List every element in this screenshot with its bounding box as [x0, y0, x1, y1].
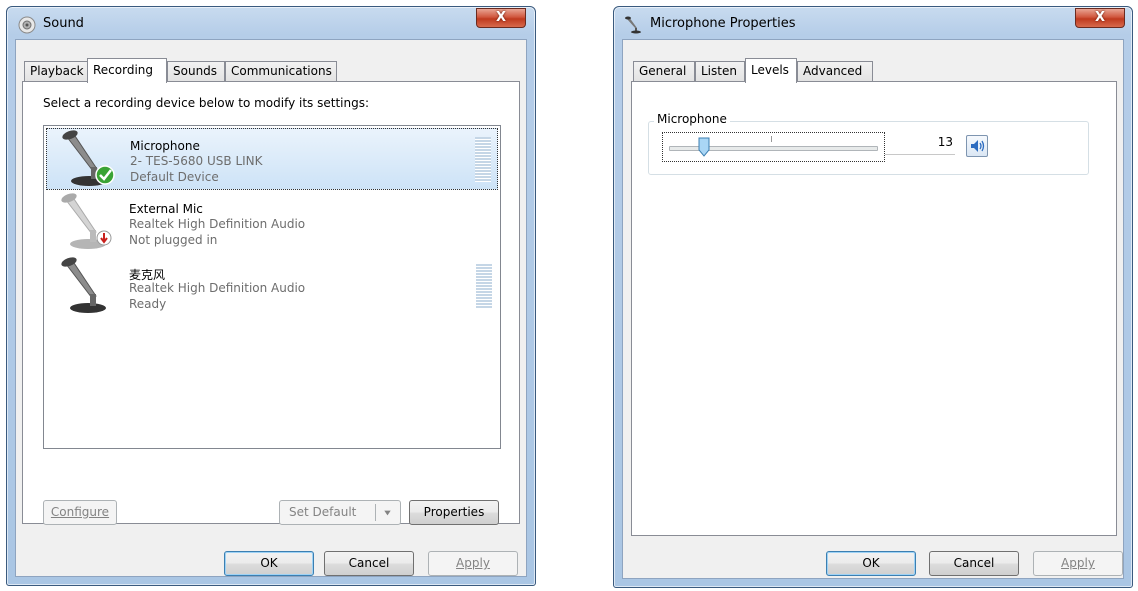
properties-button[interactable]: Properties [409, 500, 499, 525]
tab-communications[interactable]: Communications [225, 61, 337, 81]
list-item-mic-chinese[interactable]: 麦克风 Realtek High Definition Audio Ready [46, 256, 498, 318]
speaker-icon [18, 16, 36, 34]
tab-listen[interactable]: Listen [695, 61, 745, 81]
sound-window: Sound X Playback Recording Sounds Commun… [6, 6, 536, 586]
set-default-label: Set Default [289, 505, 357, 519]
level-value[interactable]: 13 [938, 135, 953, 149]
configure-button[interactable]: Configure [43, 500, 117, 525]
mic-client: General Listen Levels Advanced Microphon… [622, 39, 1124, 579]
dropdown-divider [375, 504, 376, 521]
sound-client: Playback Recording Sounds Communications… [15, 39, 527, 577]
mic-properties-window: Microphone Properties X General Listen L… [613, 6, 1133, 588]
set-default-button[interactable]: Set Default [279, 500, 401, 525]
chevron-down-icon[interactable] [383, 509, 392, 517]
mic-tabs: General Listen Levels Advanced [633, 58, 1033, 83]
level-meter [476, 264, 492, 309]
list-item-microphone[interactable]: Microphone 2- TES-5680 USB LINK Default … [46, 128, 498, 190]
device-status: Not plugged in [129, 233, 218, 247]
tab-playback[interactable]: Playback [24, 61, 88, 81]
device-status: Default Device [130, 170, 219, 184]
sound-title: Sound [43, 16, 84, 31]
sound-close-button[interactable]: X [476, 8, 526, 28]
sound-tabs: Playback Recording Sounds Communications [24, 58, 424, 83]
mic-title: Microphone Properties [650, 16, 796, 31]
mute-toggle[interactable] [966, 135, 988, 157]
slider-thumb[interactable] [698, 137, 710, 157]
apply-button[interactable]: Apply [1033, 551, 1123, 576]
device-line1: Realtek High Definition Audio [129, 281, 306, 295]
microphone-icon [61, 257, 106, 313]
device-name: Microphone [130, 139, 200, 153]
level-slider[interactable] [662, 132, 885, 162]
instruction-text: Select a recording device below to modif… [43, 96, 370, 110]
level-meter [475, 137, 491, 182]
tab-general[interactable]: General [633, 61, 695, 81]
tab-sounds[interactable]: Sounds [167, 61, 225, 81]
list-item-external-mic[interactable]: External Mic Realtek High Definition Aud… [46, 192, 498, 254]
tab-advanced[interactable]: Advanced [797, 61, 873, 81]
ok-button[interactable]: OK [224, 551, 314, 576]
tab-levels[interactable]: Levels [745, 58, 797, 83]
sound-titlebar[interactable]: Sound X [7, 7, 535, 39]
microphone-disabled-icon [61, 193, 112, 249]
tab-recording[interactable]: Recording [87, 58, 167, 83]
mic-close-button[interactable]: X [1075, 8, 1125, 28]
cancel-button[interactable]: Cancel [929, 551, 1019, 576]
device-list[interactable]: Microphone 2- TES-5680 USB LINK Default … [43, 125, 501, 449]
level-value-box: 13 [885, 132, 955, 155]
speaker-icon [971, 140, 985, 152]
slider-tick [771, 136, 772, 142]
cancel-button[interactable]: Cancel [324, 551, 414, 576]
microphone-icon [625, 16, 641, 34]
mic-titlebar[interactable]: Microphone Properties X [614, 7, 1132, 39]
apply-button[interactable]: Apply [428, 551, 518, 576]
microphone-icon [62, 130, 115, 186]
device-status: Ready [129, 297, 167, 311]
device-line1: 2- TES-5680 USB LINK [130, 154, 263, 168]
recording-panel: Select a recording device below to modif… [22, 81, 520, 525]
device-line1: Realtek High Definition Audio [129, 217, 306, 231]
levels-panel: Microphone 13 [631, 81, 1117, 536]
device-name: External Mic [129, 202, 203, 216]
ok-button[interactable]: OK [826, 551, 916, 576]
group-label: Microphone [654, 112, 730, 126]
